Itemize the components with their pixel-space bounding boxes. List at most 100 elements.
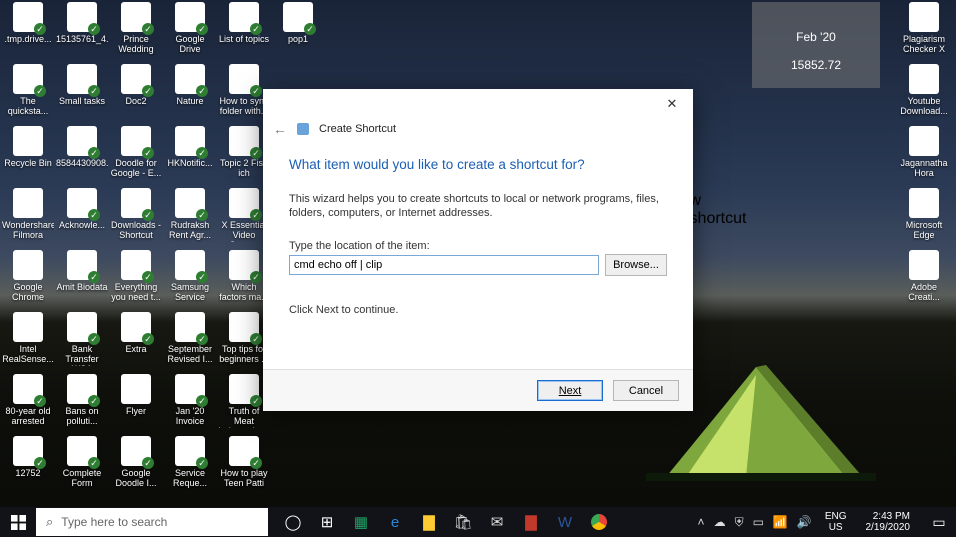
desktop-item[interactable]: Nature — [164, 64, 216, 124]
desktop-item[interactable]: Acknowle... — [56, 188, 108, 248]
dialog-titlebar[interactable]: ✕ — [263, 89, 693, 119]
desktop-item[interactable]: Google Doodle I... — [110, 436, 162, 496]
tray-chevron-icon[interactable]: ˄ — [698, 515, 705, 529]
next-button[interactable]: Next — [537, 380, 603, 401]
search-icon: ⌕ — [46, 514, 53, 530]
desktop-item[interactable]: Doodle for Google - E... — [110, 126, 162, 186]
excel-icon[interactable]: ▦ — [344, 507, 378, 537]
desktop-item-label: How to play Teen Patti — [218, 468, 270, 490]
dialog-body: What item would you like to create a sho… — [263, 139, 693, 369]
browse-button[interactable]: Browse... — [605, 254, 667, 276]
desktop-item[interactable]: How to play Teen Patti — [218, 436, 270, 496]
file-icon — [229, 126, 259, 156]
desktop-item-label: Bank Transfer WSA — [56, 344, 108, 366]
file-icon — [909, 2, 939, 32]
desktop-item[interactable]: Complete Form — [56, 436, 108, 496]
desktop-item-label: Google Drive — [164, 34, 216, 56]
desktop-item[interactable]: Downloads - Shortcut — [110, 188, 162, 248]
location-input[interactable] — [289, 255, 599, 275]
file-icon — [67, 126, 97, 156]
desktop-item[interactable]: Google Chrome — [2, 250, 54, 310]
chrome-icon[interactable] — [582, 507, 616, 537]
app-icon[interactable]: ▇ — [514, 507, 548, 537]
file-icon — [13, 374, 43, 404]
taskbar[interactable]: ⌕ Type here to search ◯ ⊞ ▦ e ▇ 🛍 ✉ ▇ W … — [0, 507, 956, 537]
clock[interactable]: 2:43 PM2/19/2020 — [860, 511, 917, 533]
desktop-item-w-shortcut[interactable]: w shortcut — [692, 190, 744, 250]
close-icon[interactable]: ✕ — [651, 90, 693, 118]
desktop-item[interactable]: September Revised I... — [164, 312, 216, 372]
desktop-item-label: Google Chrome — [2, 282, 54, 304]
taskview-icon[interactable]: ⊞ — [310, 507, 344, 537]
desktop-item[interactable]: Small tasks — [56, 64, 108, 124]
desktop-item[interactable]: Recycle Bin — [2, 126, 54, 186]
file-icon — [121, 2, 151, 32]
desktop-item[interactable]: Prince Wedding — [110, 2, 162, 62]
desktop-item-label: Amit Biodata — [56, 282, 108, 304]
desktop-item-label: Everything you need t... — [110, 282, 162, 304]
desktop-item[interactable]: Rudraksh Rent Agr... — [164, 188, 216, 248]
desktop-item[interactable]: Microsoft Edge — [898, 188, 950, 248]
desktop-item[interactable]: Bans on polluti... — [56, 374, 108, 434]
desktop-widget[interactable]: Feb '20 15852.72 — [752, 2, 880, 88]
desktop-item[interactable]: Jan '20 Invoice — [164, 374, 216, 434]
mail-icon[interactable]: ✉ — [480, 507, 514, 537]
desktop-item-label: Downloads - Shortcut — [110, 220, 162, 242]
store-icon[interactable]: 🛍 — [446, 507, 480, 537]
file-icon — [121, 374, 151, 404]
cortana-icon[interactable]: ◯ — [276, 507, 310, 537]
battery-icon[interactable]: ▭ — [753, 515, 764, 529]
desktop-item[interactable]: Everything you need t... — [110, 250, 162, 310]
desktop-item[interactable]: 8584430908... — [56, 126, 108, 186]
desktop-item[interactable]: Samsung Service — [164, 250, 216, 310]
desktop-item[interactable]: Doc2 — [110, 64, 162, 124]
desktop-item[interactable]: .tmp.drive... — [2, 2, 54, 62]
edge-icon[interactable]: e — [378, 507, 412, 537]
search-input[interactable]: ⌕ Type here to search — [36, 508, 268, 536]
desktop-item[interactable]: 15135761_4... — [56, 2, 108, 62]
desktop-item[interactable]: The quicksta... — [2, 64, 54, 124]
desktop-item-label: Wondershare Filmora — [2, 220, 54, 242]
desktop-item[interactable]: Plagiarism Checker X — [898, 2, 950, 62]
desktop-item[interactable]: Service Reque... — [164, 436, 216, 496]
desktop-item[interactable]: Adobe Creati... — [898, 250, 950, 310]
file-icon — [175, 436, 205, 466]
onedrive-icon[interactable]: ☁ — [714, 515, 726, 529]
desktop-item[interactable]: Youtube Download... — [898, 64, 950, 124]
desktop-item[interactable]: Flyer — [110, 374, 162, 434]
desktop-item[interactable]: Amit Biodata — [56, 250, 108, 310]
dialog-heading: What item would you like to create a sho… — [289, 157, 667, 172]
desktop-item[interactable]: Extra — [110, 312, 162, 372]
desktop-item[interactable]: 12752 — [2, 436, 54, 496]
system-tray[interactable]: ˄ ☁ ⛨ ▭ 📶 🔊 ENGUS 2:43 PM2/19/2020 — [692, 511, 922, 533]
file-icon — [229, 312, 259, 342]
desktop-item[interactable]: HKNotific... — [164, 126, 216, 186]
start-button[interactable] — [0, 507, 36, 537]
desktop-item-label: 15135761_4... — [56, 34, 108, 56]
desktop-item-label: List of topics — [218, 34, 270, 56]
desktop-item[interactable]: List of topics — [218, 2, 270, 62]
cancel-button[interactable]: Cancel — [613, 380, 679, 401]
desktop-item[interactable]: 80-year old arrested — [2, 374, 54, 434]
desktop-item[interactable]: Bank Transfer WSA — [56, 312, 108, 372]
desktop-item[interactable]: pop1 — [272, 2, 324, 62]
desktop-item[interactable]: Wondershare Filmora — [2, 188, 54, 248]
security-icon[interactable]: ⛨ — [735, 515, 744, 530]
language-indicator[interactable]: ENGUS — [821, 511, 851, 533]
back-icon[interactable]: ← — [273, 121, 287, 137]
wifi-icon[interactable]: 📶 — [773, 515, 788, 529]
desktop-item[interactable]: Google Drive — [164, 2, 216, 62]
desktop-item[interactable]: Jagannatha Hora — [898, 126, 950, 186]
volume-icon[interactable]: 🔊 — [797, 515, 812, 529]
search-placeholder: Type here to search — [61, 515, 167, 529]
desktop-item-label: Microsoft Edge — [898, 220, 950, 242]
file-icon — [13, 312, 43, 342]
file-explorer-icon[interactable]: ▇ — [412, 507, 446, 537]
action-center-icon[interactable]: ▭ — [922, 507, 956, 537]
desktop-item[interactable]: Intel RealSense... — [2, 312, 54, 372]
desktop-col-5: pop1 — [272, 2, 324, 64]
file-icon — [175, 374, 205, 404]
desktop-item-label: Adobe Creati... — [898, 282, 950, 304]
desktop-col-1: 15135761_4... Small tasks8584430908...Ack… — [56, 2, 108, 498]
word-icon[interactable]: W — [548, 507, 582, 537]
